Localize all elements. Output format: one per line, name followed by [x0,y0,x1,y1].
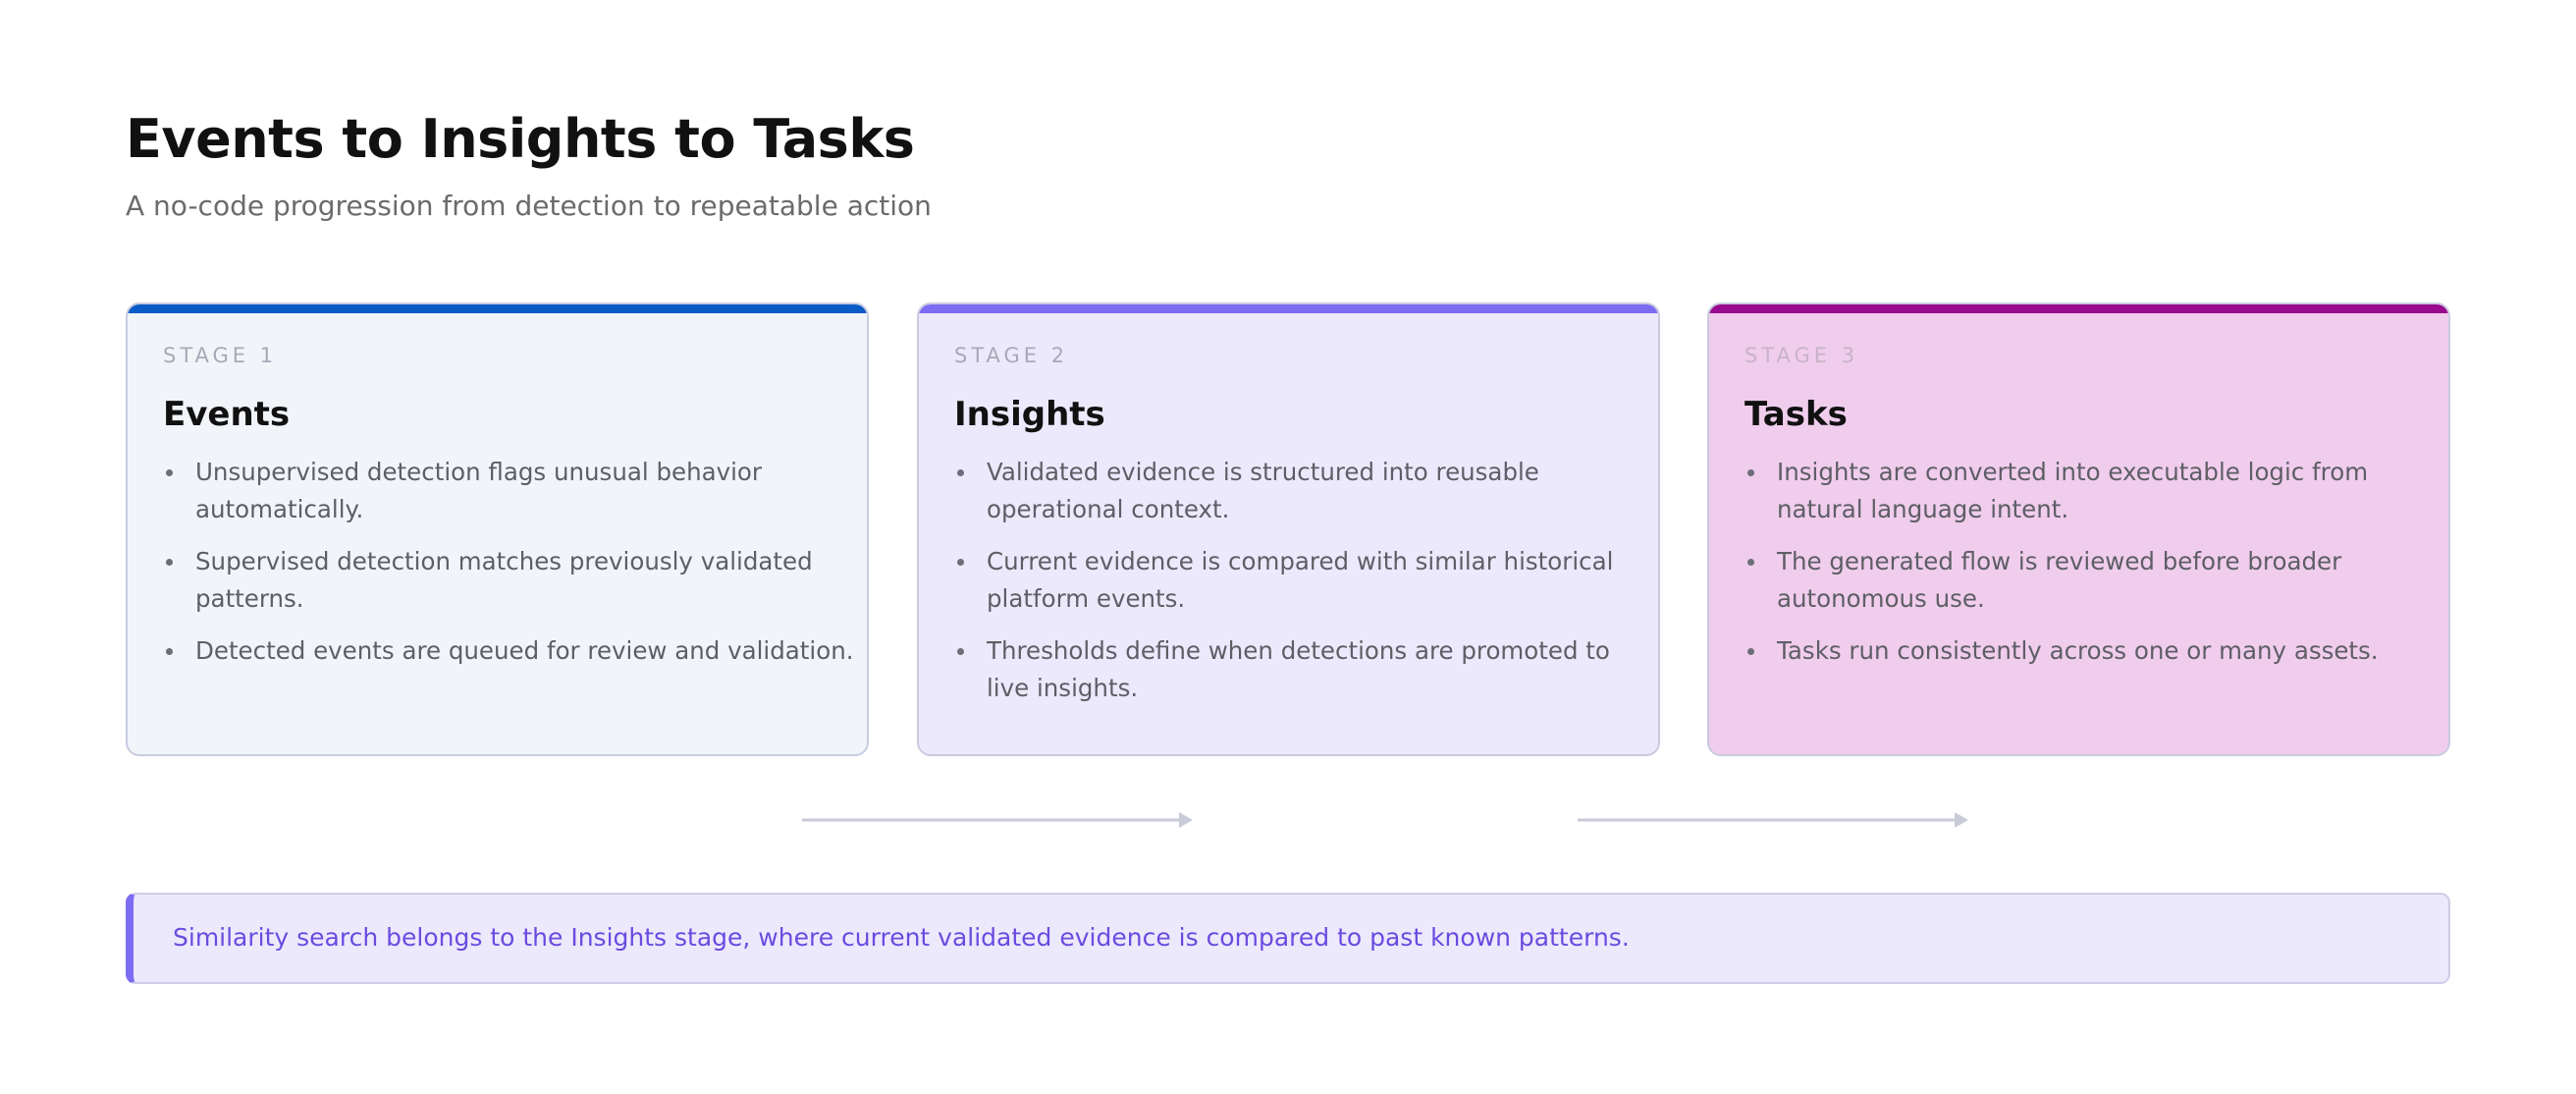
callout-note: Similarity search belongs to the Insight… [126,893,2450,984]
arrow-right-icon [802,812,1193,828]
stage-bullet-list: Unsupervised detection flags unusual beh… [163,454,863,684]
stage-bullet: Unsupervised detection flags unusual beh… [166,454,863,528]
arrow-right-icon [1578,812,1968,828]
stage-card-events: STAGE 1 Events Unsupervised detection fl… [126,302,869,756]
stage-card-insights: STAGE 2 Insights Validated evidence is s… [917,302,1660,756]
stage-title: Events [163,395,291,434]
stage-title: Insights [954,395,1105,434]
stage-bullet: Current evidence is compared with simila… [957,543,1654,618]
stage-bullet: Tasks run consistently across one or man… [1747,632,2444,670]
stage-accent-bar [1709,304,2448,313]
stage-card-tasks: STAGE 3 Tasks Insights are converted int… [1707,302,2450,756]
stage-label: STAGE 1 [163,344,278,367]
stage-accent-bar [919,304,1658,313]
stage-bullet: The generated flow is reviewed before br… [1747,543,2444,618]
stage-bullet-list: Insights are converted into executable l… [1744,454,2444,684]
stage-label: STAGE 2 [954,344,1069,367]
stage-bullet: Thresholds define when detections are pr… [957,632,1654,707]
stage-bullet-list: Validated evidence is structured into re… [954,454,1654,722]
callout-note-text: Similarity search belongs to the Insight… [173,923,1630,952]
stage-label: STAGE 3 [1744,344,1859,367]
page-title: Events to Insights to Tasks [126,108,915,170]
stage-accent-bar [128,304,867,313]
stage-title: Tasks [1744,395,1848,434]
stage-bullet: Supervised detection matches previously … [166,543,863,618]
stage-bullet: Insights are converted into executable l… [1747,454,2444,528]
stage-bullet: Detected events are queued for review an… [166,632,863,670]
page-subtitle: A no-code progression from detection to … [126,190,932,222]
stage-bullet: Validated evidence is structured into re… [957,454,1654,528]
